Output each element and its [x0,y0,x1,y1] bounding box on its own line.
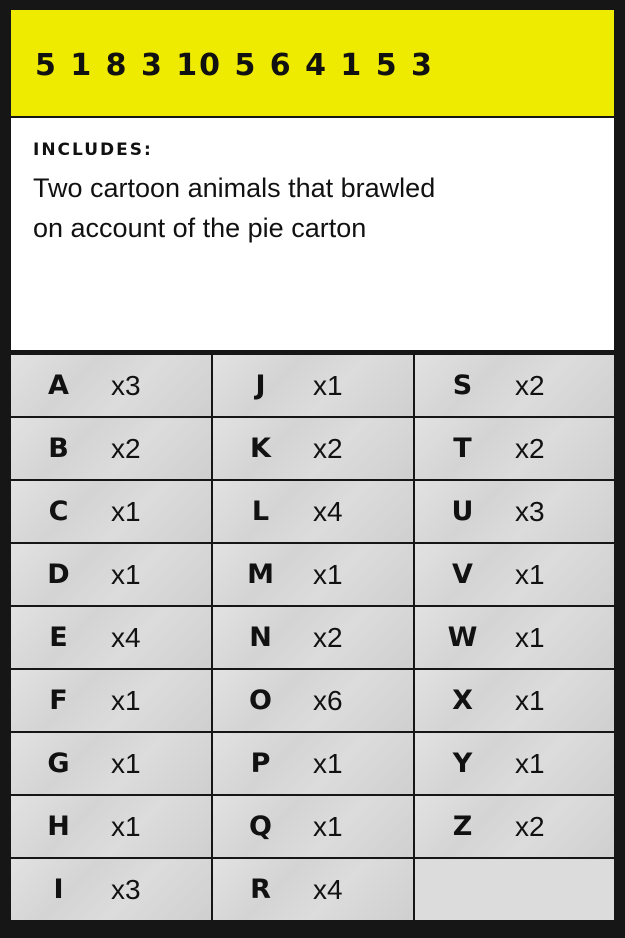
letter-cell: Ox6 [213,670,413,731]
letter-label: T [453,433,472,464]
letter-label: K [250,433,271,464]
letter-cell: Gx1 [11,733,211,794]
letter-count: x2 [313,622,343,653]
letter-cell: Vx1 [415,544,614,605]
letter-cell: Kx2 [213,418,413,479]
letter-cell: Qx1 [213,796,413,857]
letter-label: D [47,559,70,590]
letter-cell: Rx4 [213,859,413,920]
letter-cell: Wx1 [415,607,614,668]
letter-count: x1 [111,748,141,779]
letter-cell: Lx4 [213,481,413,542]
letter-count: x2 [515,811,545,842]
letter-cell: Px1 [213,733,413,794]
letter-cell: Mx1 [213,544,413,605]
letter-label: R [250,874,271,905]
includes-panel: INCLUDES: Two cartoon animals that brawl… [11,118,614,350]
letter-count: x1 [313,748,343,779]
includes-description: Two cartoon animals that brawled on acco… [33,168,503,248]
letter-label: S [452,370,473,401]
letter-count: x2 [313,433,343,464]
letter-cell: Tx2 [415,418,614,479]
letter-label: Q [249,811,272,842]
letter-label: O [249,685,272,716]
letter-label: F [49,685,68,716]
letter-label: G [47,748,70,779]
letter-cell: Ix3 [11,859,211,920]
letter-count: x4 [313,496,343,527]
letter-card: 5 1 8 3 10 5 6 4 1 5 3 INCLUDES: Two car… [0,0,625,938]
letter-cell: Sx2 [415,355,614,416]
letter-cell: Zx2 [415,796,614,857]
letter-count: x3 [515,496,545,527]
letter-cell: Xx1 [415,670,614,731]
letter-label: Z [452,811,473,842]
letter-count: x1 [515,559,545,590]
letter-cell: Ex4 [11,607,211,668]
includes-line-2: on account of the pie carton [33,213,367,243]
letter-label: Y [452,748,473,779]
includes-line-1: Two cartoon animals that brawled [33,173,436,203]
header-bar: 5 1 8 3 10 5 6 4 1 5 3 [11,10,614,116]
letter-label: M [247,559,274,590]
letter-label: C [48,496,69,527]
letter-count: x2 [515,370,545,401]
letter-count: x1 [111,811,141,842]
letter-label: E [49,622,68,653]
letter-label: V [452,559,473,590]
includes-title: INCLUDES: [33,140,153,160]
letter-count: x1 [515,685,545,716]
letter-count: x3 [111,874,141,905]
letter-label: A [48,370,69,401]
letter-cell: Yx1 [415,733,614,794]
letter-count: x1 [313,370,343,401]
letter-label: B [48,433,69,464]
letter-count: x1 [313,559,343,590]
letter-count: x1 [313,811,343,842]
letter-cell: Hx1 [11,796,211,857]
letter-count: x2 [515,433,545,464]
letter-cell: Ax3 [11,355,211,416]
letter-count: x2 [111,433,141,464]
letter-label: X [452,685,473,716]
letter-count: x4 [313,874,343,905]
letter-label: I [53,874,64,905]
letter-label: N [249,622,272,653]
letter-count: x1 [515,622,545,653]
number-sequence: 5 1 8 3 10 5 6 4 1 5 3 [35,48,434,83]
letter-label: H [47,811,70,842]
letter-label: J [255,370,266,401]
letter-count: x4 [111,622,141,653]
letter-label: L [251,496,270,527]
letter-count: x1 [111,496,141,527]
letter-cell: Jx1 [213,355,413,416]
letter-count: x6 [313,685,343,716]
empty-cell [415,859,614,920]
letter-cell: Dx1 [11,544,211,605]
letter-label: W [447,622,478,653]
letter-cell: Nx2 [213,607,413,668]
letter-count: x1 [515,748,545,779]
letter-cell: Bx2 [11,418,211,479]
letter-cell: Ux3 [415,481,614,542]
letter-count: x1 [111,685,141,716]
letter-count-grid: Ax3 Jx1 Sx2 Bx2 Kx2 Tx2 Cx1 Lx4 Ux3 Dx1 Mx1 Vx1 Ex4 N… [11,355,614,923]
letter-cell: Cx1 [11,481,211,542]
letter-count: x1 [111,559,141,590]
letter-cell: Fx1 [11,670,211,731]
letter-label: U [451,496,474,527]
letter-count: x3 [111,370,141,401]
letter-label: P [250,748,271,779]
